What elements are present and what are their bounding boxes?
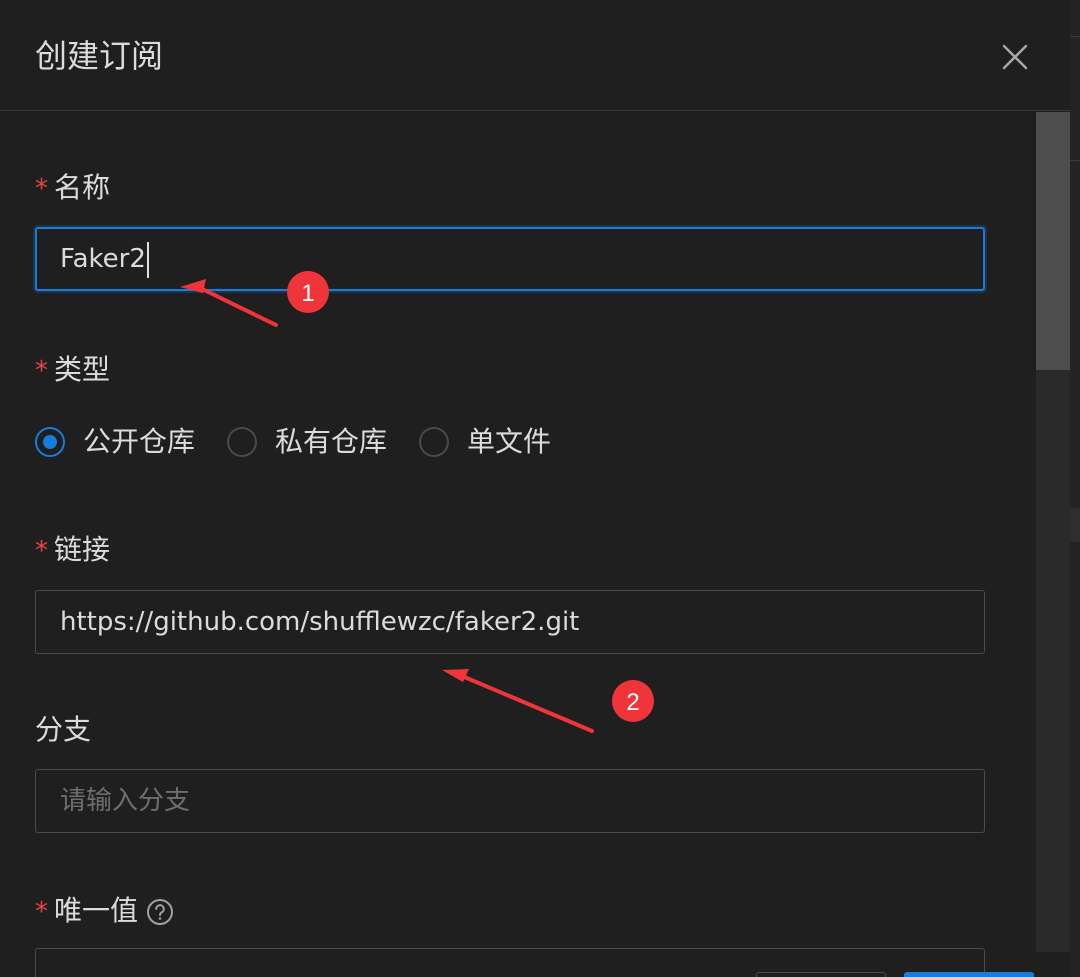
required-mark: * [35, 536, 48, 566]
url-input-value: https://github.com/shufflewzc/faker2.git [60, 607, 580, 637]
scrollbar-thumb[interactable] [1036, 112, 1070, 370]
close-button[interactable] [996, 38, 1032, 74]
cancel-button[interactable] [756, 972, 886, 977]
text-caret [146, 241, 149, 278]
required-mark: * [35, 897, 48, 927]
radio-button[interactable] [419, 427, 450, 457]
radio-private-repo[interactable]: 私有仓库 [227, 424, 387, 460]
marker-2-text: 2 [626, 689, 639, 716]
radio-button-checked[interactable] [35, 427, 65, 457]
marker-2: 2 [612, 680, 654, 722]
radio-label: 单文件 [467, 425, 552, 458]
arrow-annotation-2 [442, 669, 594, 733]
radio-label: 私有仓库 [275, 425, 388, 458]
background-edge [1070, 0, 1080, 977]
required-mark: * [35, 356, 48, 386]
radio-public-repo[interactable]: 公开仓库 [35, 424, 195, 460]
dialog-title: 创建订阅 [35, 37, 164, 75]
question-circle-icon[interactable] [146, 898, 174, 926]
url-input[interactable]: https://github.com/shufflewzc/faker2.git [35, 590, 985, 654]
type-label: * 类型 [35, 353, 111, 386]
name-input-value: Faker2 [60, 244, 146, 274]
branch-input-placeholder: 请输入分支 [60, 786, 191, 816]
branch-label: 分支 [35, 713, 92, 746]
required-mark: * [35, 174, 48, 204]
background-edge-block [1070, 508, 1080, 542]
background-edge-line [1070, 160, 1080, 161]
create-subscription-dialog: 创建订阅 * 名称 Faker2 * 类型 公开仓库 私有仓库 单文件 * 链接… [0, 0, 1080, 977]
name-label: * 名称 [35, 171, 111, 204]
unique-value-label: * 唯一值 [35, 893, 174, 930]
radio-single-file[interactable]: 单文件 [419, 424, 551, 460]
radio-button[interactable] [227, 427, 258, 457]
url-label: * 链接 [35, 533, 111, 566]
background-edge-line [1070, 36, 1080, 37]
close-icon [1002, 44, 1028, 70]
dialog-header: 创建订阅 [0, 0, 1080, 111]
branch-input[interactable]: 请输入分支 [35, 769, 985, 833]
name-input[interactable]: Faker2 [35, 227, 985, 291]
type-radio-group: 公开仓库 私有仓库 单文件 [35, 422, 583, 462]
radio-label: 公开仓库 [83, 425, 196, 458]
confirm-button[interactable] [904, 972, 1034, 977]
